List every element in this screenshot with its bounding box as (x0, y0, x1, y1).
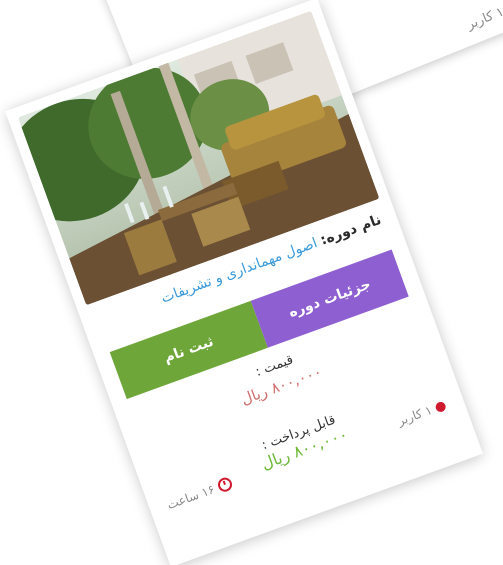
course-image[interactable] (17, 10, 380, 306)
page: ● ۱۸ کاربر (0, 0, 503, 565)
previous-card-users: ● ۱۸ کاربر (465, 0, 503, 33)
terrace-photo (17, 10, 380, 306)
previous-card-users-count: ۱۸ کاربر (464, 1, 503, 33)
course-card: نام دوره: اصول مهمانداری و تشریفات جزئیا… (5, 0, 483, 565)
course-label: نام دوره: (318, 211, 384, 249)
